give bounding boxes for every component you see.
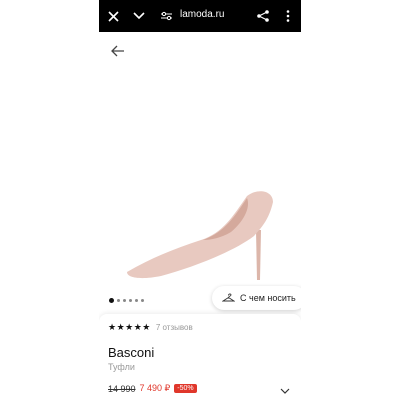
rating-row[interactable]: ★★★★★ 7 отзывов xyxy=(108,322,193,333)
chevron-down-icon[interactable] xyxy=(131,0,147,32)
outfit-button[interactable]: С чем носить xyxy=(212,286,301,310)
price-row: 14 990 7 490 ₽ -50% xyxy=(108,383,197,394)
tune-icon[interactable] xyxy=(159,0,173,32)
close-icon[interactable] xyxy=(105,0,121,32)
gallery-dot[interactable] xyxy=(109,298,114,303)
right-margin xyxy=(301,0,400,400)
product-image[interactable] xyxy=(121,188,281,280)
more-vertical-icon[interactable] xyxy=(281,0,295,32)
gallery-dot[interactable] xyxy=(117,299,120,302)
gallery-dot[interactable] xyxy=(123,299,126,302)
url-text[interactable]: lamoda.ru xyxy=(180,9,224,20)
product-category: Туфли xyxy=(108,362,135,372)
hanger-icon xyxy=(221,289,236,307)
chevron-down-icon[interactable] xyxy=(279,384,291,396)
gallery-dots xyxy=(109,298,144,303)
product-info-card: ★★★★★ 7 отзывов Basconi Туфли 14 990 7 4… xyxy=(99,314,301,400)
brand-name[interactable]: Basconi xyxy=(108,345,154,360)
discount-badge: -50% xyxy=(174,384,197,393)
browser-toolbar: lamoda.ru xyxy=(99,0,301,32)
left-margin xyxy=(0,0,99,400)
outfit-button-label: С чем носить xyxy=(240,293,296,303)
gallery-dot[interactable] xyxy=(141,299,144,302)
arrow-left-icon[interactable] xyxy=(109,42,127,60)
phone-screen: lamoda.ru С чем носить ★★★★★ 7 отзывов B… xyxy=(99,0,301,400)
gallery-dot[interactable] xyxy=(135,299,138,302)
share-icon[interactable] xyxy=(255,0,271,32)
rating-stars: ★★★★★ xyxy=(108,322,151,332)
new-price: 7 490 ₽ xyxy=(139,383,171,393)
gallery-dot[interactable] xyxy=(129,299,132,302)
reviews-count[interactable]: 7 отзывов xyxy=(156,323,193,332)
shoe-body xyxy=(127,191,273,279)
shoe-heel xyxy=(256,230,261,280)
old-price: 14 990 xyxy=(108,383,136,394)
